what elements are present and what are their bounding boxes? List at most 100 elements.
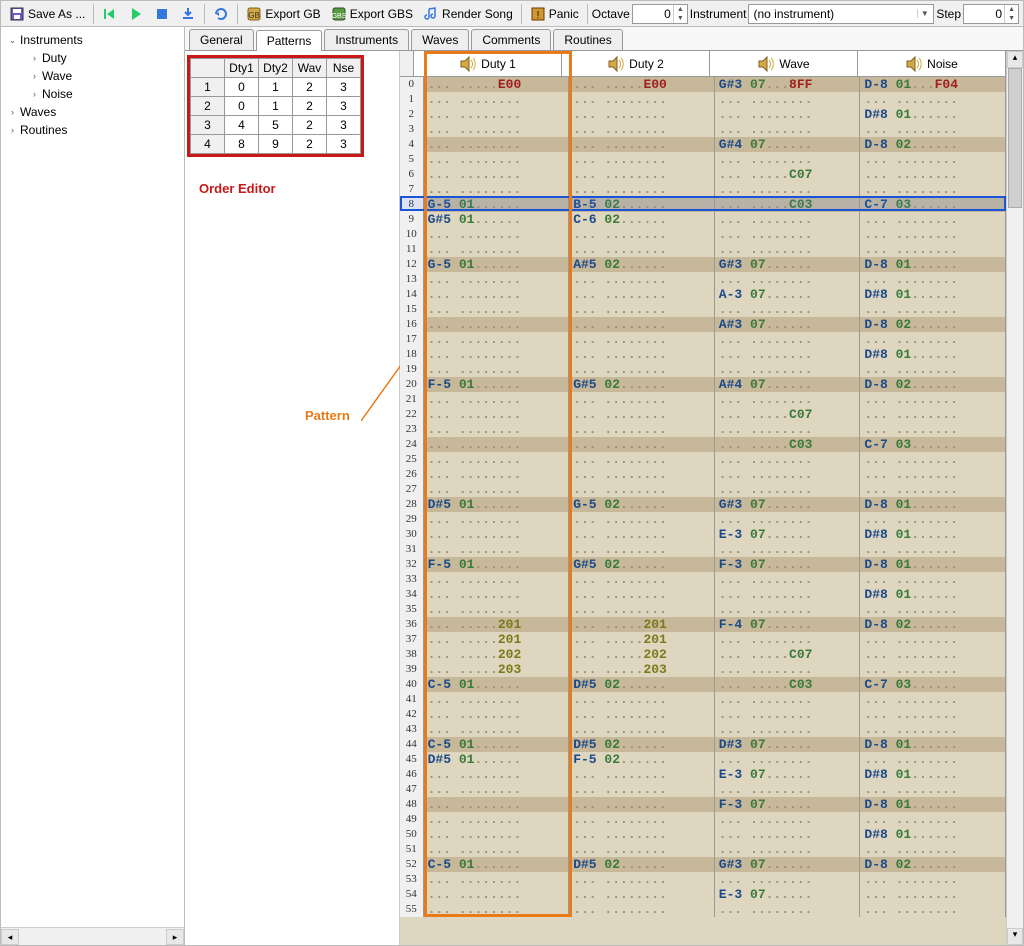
tracker-cell[interactable]: ... ........ (569, 812, 715, 827)
tracker-cell[interactable]: ... ........ (860, 632, 1006, 647)
tracker-cell[interactable]: G#3 07...... (715, 257, 861, 272)
tracker-cell[interactable]: G#4 07...... (715, 137, 861, 152)
tracker-row[interactable]: 51... ........... ........... ..........… (400, 842, 1006, 857)
tracker-cell[interactable]: C-5 01...... (424, 737, 570, 752)
tracker-cell[interactable]: ... ........ (424, 362, 570, 377)
tracker-row[interactable]: 10... ........... ........... ..........… (400, 227, 1006, 242)
tracker-row[interactable]: 27... ........... ........... ..........… (400, 482, 1006, 497)
tracker-cell[interactable]: D#8 01...... (860, 527, 1006, 542)
tracker-cell[interactable]: ... ........ (715, 392, 861, 407)
tracker-cell[interactable]: ... ........ (569, 767, 715, 782)
scroll-right-icon[interactable]: ▸ (166, 929, 184, 945)
tracker-row[interactable]: 53... ........... ........... ..........… (400, 872, 1006, 887)
tracker-cell[interactable]: ... ........ (424, 332, 570, 347)
tracker-cell[interactable]: ... ........ (424, 527, 570, 542)
tracker-cell[interactable]: ... ........ (424, 887, 570, 902)
tracker-cell[interactable]: ... ........ (860, 602, 1006, 617)
tracker-cell[interactable]: ... ........ (424, 827, 570, 842)
tracker-cell[interactable]: ... ........ (424, 422, 570, 437)
tracker-cell[interactable]: A#5 02...... (569, 257, 715, 272)
tracker-cell[interactable]: D-8 02...... (860, 857, 1006, 872)
tracker-cell[interactable]: ... ........ (424, 722, 570, 737)
tree-node-routines[interactable]: ›Routines (1, 121, 184, 139)
tracker-cell[interactable]: D#5 01...... (424, 497, 570, 512)
tracker-cell[interactable]: ... ........ (715, 482, 861, 497)
tracker-cell[interactable]: ... .....C07 (715, 167, 861, 182)
tracker-row[interactable]: 22... ........... ........... .....C07..… (400, 407, 1006, 422)
scroll-left-icon[interactable]: ◂ (1, 929, 19, 945)
tracker-cell[interactable]: ... ........ (569, 782, 715, 797)
tracker-cell[interactable]: ... ........ (860, 212, 1006, 227)
tracker-cell[interactable]: ... ........ (569, 887, 715, 902)
tracker-cell[interactable]: ... .....201 (424, 617, 570, 632)
channel-header-wave[interactable]: Wave (710, 51, 858, 76)
tracker-cell[interactable]: D-8 01...... (860, 737, 1006, 752)
order-editor[interactable]: Dty1Dty2WavNse10123201233452348923 (187, 55, 364, 157)
expand-icon[interactable]: › (29, 71, 40, 82)
tracker-row[interactable]: 3... ........... ........... ...........… (400, 122, 1006, 137)
tracker-row[interactable]: 0... .....E00... .....E00G#3 07...8FFD-8… (400, 77, 1006, 92)
tracker-row[interactable]: 47... ........... ........... ..........… (400, 782, 1006, 797)
tracker-cell[interactable]: ... ........ (860, 842, 1006, 857)
tracker-cell[interactable]: ... ........ (715, 707, 861, 722)
tracker-cell[interactable]: ... ........ (860, 512, 1006, 527)
tracker-row[interactable]: 6... ........... ........... .....C07...… (400, 167, 1006, 182)
tracker-cell[interactable]: ... ........ (569, 227, 715, 242)
tracker-cell[interactable]: ... ........ (424, 182, 570, 197)
sidebar-hscroll[interactable]: ◂▸ (1, 927, 184, 945)
step-input[interactable] (964, 7, 1004, 21)
tracker-cell[interactable]: ... ........ (715, 347, 861, 362)
tracker-cell[interactable]: ... ........ (860, 707, 1006, 722)
tracker-cell[interactable]: ... ........ (569, 242, 715, 257)
tracker-cell[interactable]: ... ........ (715, 227, 861, 242)
tracker-cell[interactable]: E-3 07...... (715, 767, 861, 782)
tracker-cell[interactable]: C-5 01...... (424, 857, 570, 872)
tracker-cell[interactable]: C-7 03...... (860, 437, 1006, 452)
tracker-row[interactable]: 19... ........... ........... ..........… (400, 362, 1006, 377)
tracker-cell[interactable]: C-7 03...... (860, 197, 1006, 212)
tracker-cell[interactable]: ... ........ (424, 122, 570, 137)
tracker-cell[interactable]: D#5 01...... (424, 752, 570, 767)
collapse-icon[interactable]: ⌄ (7, 35, 18, 46)
tracker-cell[interactable]: ... ........ (715, 827, 861, 842)
tracker-cell[interactable]: ... ........ (860, 782, 1006, 797)
chevron-down-icon[interactable]: ▼ (917, 9, 931, 18)
tracker-cell[interactable]: ... ........ (569, 107, 715, 122)
tracker-row[interactable]: 50... ........... ........... ........D#… (400, 827, 1006, 842)
tracker-cell[interactable]: ... ........ (569, 92, 715, 107)
tracker-cell[interactable]: D#8 01...... (860, 107, 1006, 122)
tracker-row[interactable]: 23... ........... ........... ..........… (400, 422, 1006, 437)
render-song-button[interactable]: Render Song (419, 4, 517, 24)
octave-spinner[interactable]: ▲▼ (632, 4, 688, 24)
tracker-cell[interactable]: ... ........ (424, 902, 570, 917)
tracker-cell[interactable]: ... ........ (860, 332, 1006, 347)
tracker-row[interactable]: 52C-5 01......D#5 02......G#3 07......D-… (400, 857, 1006, 872)
tracker-cell[interactable]: ... ........ (860, 392, 1006, 407)
scroll-down-icon[interactable]: ▾ (1007, 928, 1023, 945)
tracker-cell[interactable]: A#3 07...... (715, 317, 861, 332)
tracker-cell[interactable]: D#8 01...... (860, 287, 1006, 302)
expand-icon[interactable]: › (29, 89, 40, 100)
tracker-row[interactable]: 49... ........... ........... ..........… (400, 812, 1006, 827)
tracker-row[interactable]: 11... ........... ........... ..........… (400, 242, 1006, 257)
tracker-cell[interactable]: D#8 01...... (860, 767, 1006, 782)
tracker-cell[interactable]: G-5 01...... (424, 257, 570, 272)
tracker-cell[interactable]: ... ........ (715, 107, 861, 122)
tracker-cell[interactable]: D#5 02...... (569, 737, 715, 752)
tracker-cell[interactable]: ... ........ (424, 467, 570, 482)
tracker-row[interactable]: 43... ........... ........... ..........… (400, 722, 1006, 737)
tracker-row[interactable]: 36... .....201... .....201F-4 07......D-… (400, 617, 1006, 632)
tracker-row[interactable]: 24... ........... ........... .....C03C-… (400, 437, 1006, 452)
tracker-cell[interactable]: ... ........ (424, 302, 570, 317)
tracker-cell[interactable]: ... ........ (860, 227, 1006, 242)
tracker-cell[interactable]: G#3 07...... (715, 857, 861, 872)
tracker-cell[interactable]: ... ........ (715, 902, 861, 917)
tracker-cell[interactable]: ... ........ (424, 482, 570, 497)
tracker-cell[interactable]: ... ........ (715, 842, 861, 857)
tracker-cell[interactable]: D-8 02...... (860, 317, 1006, 332)
tracker-cell[interactable]: ... ........ (569, 137, 715, 152)
tracker-cell[interactable]: ... ........ (860, 452, 1006, 467)
tracker-cell[interactable]: ... ........ (569, 167, 715, 182)
tracker-cell[interactable]: ... ........ (569, 347, 715, 362)
tracker-row[interactable]: 20F-5 01......G#5 02......A#4 07......D-… (400, 377, 1006, 392)
